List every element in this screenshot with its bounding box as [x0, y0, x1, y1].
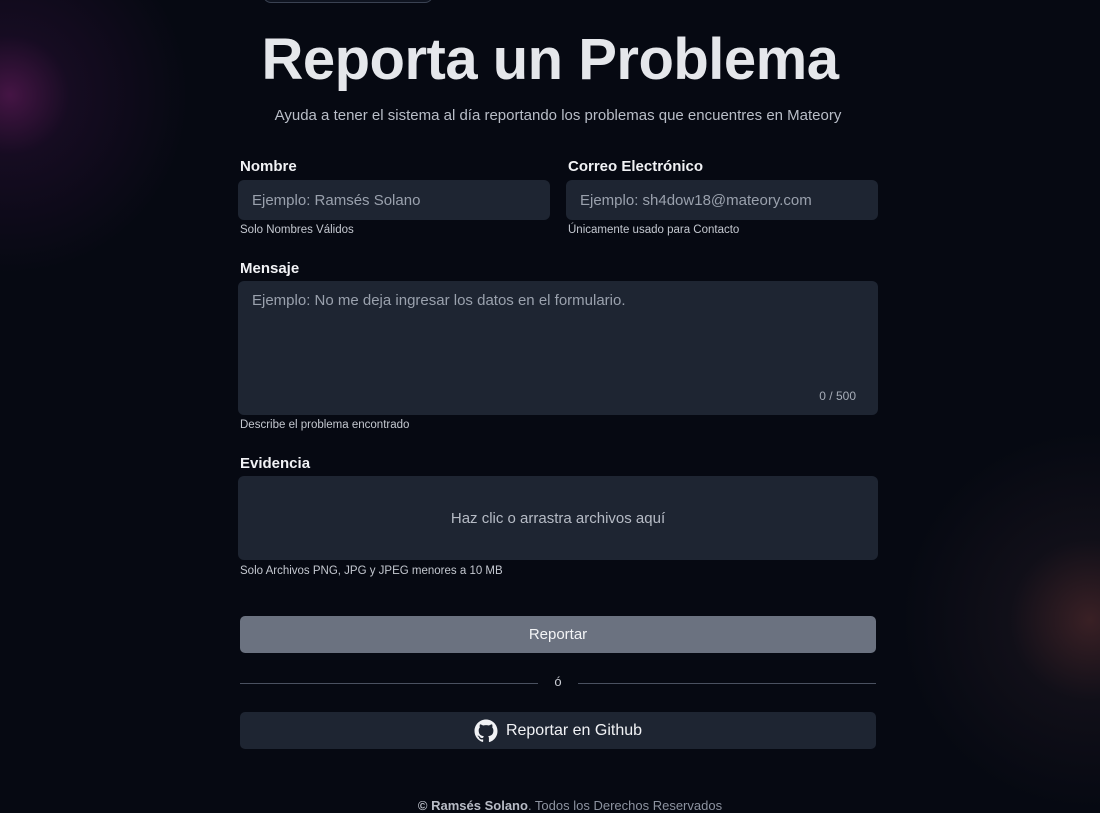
top-nav-remnant [263, 0, 433, 3]
email-help-text: Únicamente usado para Contacto [568, 224, 740, 236]
message-char-counter: 0 / 500 [819, 389, 856, 403]
evidence-dropzone[interactable]: Haz clic o arrastra archivos aquí [238, 476, 878, 560]
message-help-text: Describe el problema encontrado [240, 419, 410, 431]
name-input[interactable] [238, 180, 550, 220]
name-field-wrapper [238, 180, 550, 220]
divider-text: ó [554, 674, 562, 689]
message-field-wrapper: 0 / 500 [238, 281, 878, 415]
divider-line-left [240, 683, 538, 684]
email-label: Correo Electrónico [568, 158, 704, 175]
name-help-text: Solo Nombres Válidos [240, 224, 354, 236]
message-textarea[interactable] [238, 281, 878, 415]
evidence-help-text: Solo Archivos PNG, JPG y JPEG menores a … [240, 565, 503, 577]
message-label: Mensaje [240, 260, 300, 277]
email-input[interactable] [566, 180, 878, 220]
email-field-wrapper [566, 180, 878, 220]
divider-line-right [578, 683, 876, 684]
github-button-label: Reportar en Github [505, 721, 643, 739]
github-icon [474, 719, 498, 742]
report-on-github-button[interactable]: Reportar en Github [240, 712, 876, 749]
page-title: Reporta un Problema [261, 27, 839, 92]
page-subtitle: Ayuda a tener el sistema al día reportan… [274, 107, 842, 124]
dropzone-text: Haz clic o arrastra archivos aquí [450, 509, 666, 527]
name-label: Nombre [240, 158, 297, 175]
report-button[interactable]: Reportar [240, 616, 876, 653]
evidence-label: Evidencia [240, 455, 311, 472]
